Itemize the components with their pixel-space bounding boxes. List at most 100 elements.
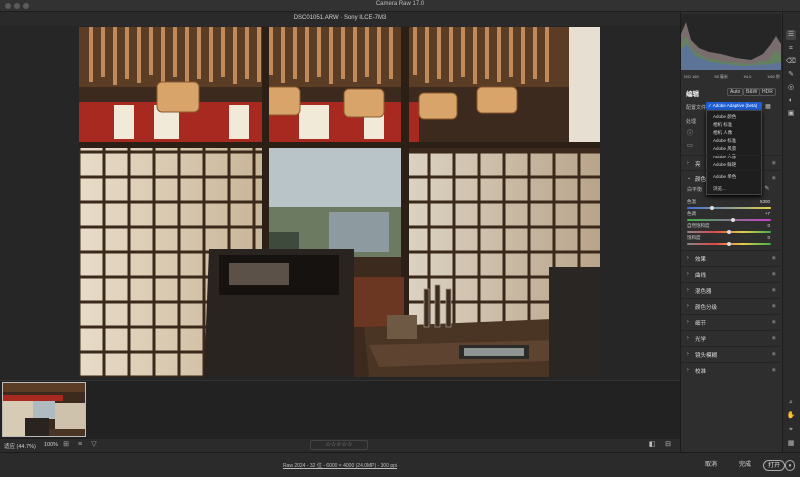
vibrance-value[interactable]: 0 [756,223,770,228]
section-label: 混色器 [695,289,712,295]
profile-select[interactable]: ✓ Adobe Adaptive (beta) [706,102,762,110]
slider-knob[interactable] [727,230,731,234]
section-color[interactable]: ⌄ 颜色 ◉ [681,170,781,185]
eyedropper-icon[interactable]: ✎ [763,185,771,193]
temperature-label: 色温 [687,199,696,204]
eye-icon[interactable]: ◉ [772,367,776,373]
photo-preview[interactable] [79,27,600,377]
chevron-right-icon: › [687,255,689,261]
cancel-button[interactable]: 取消 [700,460,722,471]
title-bar: Camera Raw 17.0 [0,0,800,12]
eye-icon[interactable]: ◉ [772,303,776,309]
filter-icon[interactable]: ▽ [90,441,98,449]
settings-view-icon[interactable]: ⊟ [664,441,672,449]
section-lens-blur[interactable]: › 镜头模糊 ◉ [681,346,781,361]
treatment-label: 处理 [686,119,697,125]
tint-slider[interactable] [687,218,771,222]
section-label: 颜色 [695,177,707,183]
zoom-icon[interactable]: ⌕ [786,398,796,408]
brush-icon[interactable]: ✎ [786,70,796,80]
section-color-grading[interactable]: › 颜色分级 ◉ [681,298,781,313]
white-balance-label: 白平衡 [687,187,703,193]
eye-icon[interactable]: ◉ [772,271,776,277]
eye-icon[interactable]: ◉ [772,335,776,341]
eye-icon[interactable]: ◉ [772,287,776,293]
section-label: 校准 [695,369,707,375]
chevron-right-icon: › [687,335,689,341]
chevron-right-icon: › [687,287,689,293]
vibrance-slider[interactable] [687,230,771,234]
saturation-value[interactable]: 0 [756,235,770,240]
section-label: 亮 [695,162,701,168]
star-rating[interactable]: ☆☆☆☆☆ [310,440,368,450]
open-menu-chevron-icon[interactable]: ▾ [785,460,795,471]
eye-icon[interactable]: ◉ [772,255,776,261]
section-label: 曲线 [695,273,707,279]
comment-icon[interactable]: ▭ [686,142,694,150]
grid-overlay-icon[interactable]: ▦ [786,439,796,449]
profile-option[interactable]: Adobe 颜色 [713,114,736,120]
tint-value[interactable]: +7 [756,211,770,216]
slider-knob[interactable] [727,242,731,246]
open-button[interactable]: 打开 [763,460,785,471]
section-light[interactable]: › 亮 ◉ [681,155,781,170]
chevron-right-icon: › [687,319,689,325]
done-button[interactable]: 完成 [734,460,756,471]
focal-length: 55 毫米 [714,74,728,79]
vibrance-label: 自然饱和度 [687,223,710,228]
filmstrip-thumbnail[interactable] [2,382,86,437]
profile-option[interactable]: 相机 标准 [713,122,732,128]
chevron-right-icon: › [687,351,689,357]
section-detail[interactable]: › 细节 ◉ [681,314,781,329]
section-calibration[interactable]: › 校准 ◉ [681,362,781,377]
profile-browser-icon[interactable]: ▦ [764,103,772,111]
sort-icon[interactable]: ≡ [76,441,84,449]
auto-button[interactable]: Auto [727,88,744,96]
profile-label: 配置文件 [686,105,707,111]
section-optics[interactable]: › 光学 ◉ [681,330,781,345]
hdr-button[interactable]: HDR [759,88,776,96]
browse-profiles-option[interactable]: 浏览... [713,186,726,192]
zoom-100-button[interactable]: 100% [44,442,58,448]
eraser-icon[interactable]: ⌫ [786,57,796,67]
temperature-slider[interactable] [687,206,771,210]
section-label: 镜头模糊 [695,353,718,359]
bw-button[interactable]: B&W [743,88,761,96]
eye-icon[interactable]: ◉ [772,319,776,325]
iso-value: ISO 160 [684,74,699,79]
chevron-right-icon: › [687,303,689,309]
eye-icon[interactable]: ◉ [772,160,776,166]
compare-view-icon[interactable]: ◧ [648,441,656,449]
section-label: 效果 [695,257,707,263]
zoom-fit-select[interactable]: 适应 (44.7%) [4,442,36,450]
snapshots-icon[interactable]: ▣ [786,109,796,119]
eye-icon[interactable]: ◉ [772,351,776,357]
shutter-speed: 1/60 秒 [767,74,780,79]
sampler-icon[interactable]: ⌖ [786,425,796,435]
info-icon[interactable]: ⓘ [686,130,694,138]
profile-option[interactable]: Adobe 风景 [713,146,736,152]
edit-sliders-icon[interactable]: ☰ [786,30,796,40]
saturation-slider[interactable] [687,242,771,246]
edit-heading: 编辑 [686,91,699,98]
file-info-bar: DSC01051.ARW · Sony ILCE-7M3 [0,12,680,26]
temperature-value[interactable]: 5300 [756,199,770,204]
section-effects[interactable]: › 效果 ◉ [681,250,781,265]
chevron-right-icon: › [687,271,689,277]
workflow-options-link[interactable]: Raw 2024 - 32 位 - 6000 × 4000 (24.0MP) -… [0,462,680,469]
eye-icon[interactable]: ◉ [772,175,776,181]
saturation-label: 饱和度 [687,235,701,240]
camera-info: ISO 160 55 毫米 f/4.0 1/60 秒 [684,74,780,80]
chevron-right-icon: › [687,160,689,166]
profile-option[interactable]: Adobe 标准 [713,138,736,144]
section-color-mixer[interactable]: › 混色器 ◉ [681,282,781,297]
red-eye-icon[interactable]: ◎ [786,83,796,93]
hand-icon[interactable]: ✋ [786,411,796,421]
crop-icon[interactable]: ⌗ [786,44,796,54]
profile-option[interactable]: 相机 人像 [713,130,732,136]
section-curve[interactable]: › 曲线 ◉ [681,266,781,281]
filmstrip [0,380,680,438]
grid-view-icon[interactable]: ⊞ [62,441,70,449]
presets-icon[interactable]: ◐ [786,96,796,106]
chevron-down-icon: ⌄ [687,175,692,181]
